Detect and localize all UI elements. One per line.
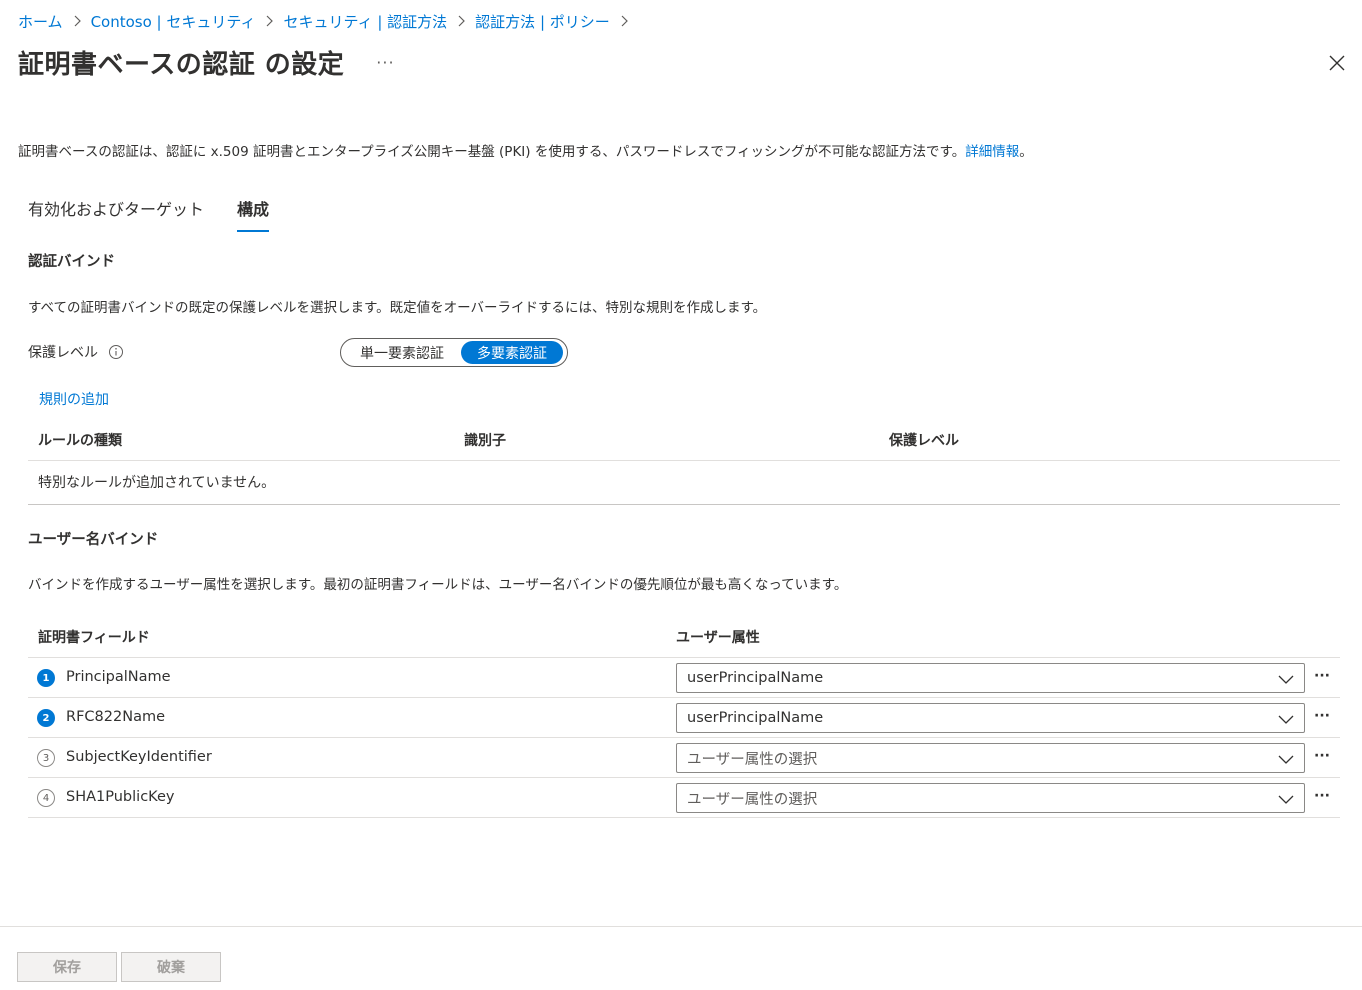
column-protection-level: 保護レベル [889, 433, 959, 449]
table-row: 3 SubjectKeyIdentifier ユーザー属性の選択 ··· [28, 738, 1340, 778]
multi-factor-option[interactable]: 多要素認証 [461, 341, 563, 364]
close-icon [1329, 55, 1345, 71]
chevron-right-icon [72, 15, 82, 27]
user-attribute-dropdown[interactable]: ユーザー属性の選択 [676, 743, 1305, 773]
protection-level-toggle: 単一要素認証 多要素認証 [340, 338, 568, 367]
more-options-icon[interactable]: ··· [376, 53, 394, 72]
chevron-down-icon [1278, 752, 1294, 766]
info-icon[interactable] [108, 344, 124, 360]
page-title: 証明書ベースの認証 の設定 [18, 49, 345, 80]
tab-enable-and-target[interactable]: 有効化およびターゲット [28, 196, 204, 232]
description-text: 証明書ベースの認証は、認証に x.509 証明書とエンタープライズ公開キー基盤 … [18, 144, 966, 160]
chevron-right-icon [264, 15, 274, 27]
breadcrumb-policies[interactable]: 認証方法 | ポリシー [475, 11, 610, 32]
tab-bar: 有効化およびターゲット 構成 [28, 196, 302, 232]
user-attribute-dropdown[interactable]: ユーザー属性の選択 [676, 783, 1305, 813]
chevron-down-icon [1278, 712, 1294, 726]
user-attribute-dropdown[interactable]: userPrincipalName [676, 663, 1305, 693]
chevron-right-icon [456, 15, 466, 27]
certificate-field-name: SHA1PublicKey [66, 789, 175, 805]
row-more-options-icon[interactable]: ··· [1311, 786, 1333, 806]
footer-bar: 保存 破棄 [0, 926, 1362, 990]
chevron-right-icon [619, 15, 629, 27]
table-row: 4 SHA1PublicKey ユーザー属性の選択 ··· [28, 778, 1340, 818]
chevron-down-icon [1278, 672, 1294, 686]
column-certificate-field: 証明書フィールド [38, 630, 150, 646]
priority-badge: 3 [37, 749, 55, 767]
column-user-attribute: ユーザー属性 [676, 630, 760, 646]
priority-badge: 2 [37, 709, 55, 727]
empty-message: 特別なルールが追加されていません。 [38, 475, 276, 491]
protection-level-row: 保護レベル 単一要素認証 多要素認証 [28, 338, 588, 367]
dropdown-value: userPrincipalName [687, 670, 824, 686]
row-more-options-icon[interactable]: ··· [1311, 666, 1333, 686]
priority-badge: 1 [37, 669, 55, 687]
discard-button[interactable]: 破棄 [121, 952, 221, 982]
breadcrumb: ホーム Contoso | セキュリティ セキュリティ | 認証方法 認証方法 … [18, 10, 638, 32]
certificate-field-name: SubjectKeyIdentifier [66, 749, 212, 765]
dropdown-value: userPrincipalName [687, 710, 824, 726]
rules-table: ルールの種類 識別子 保護レベル 特別なルールが追加されていません。 [28, 424, 1340, 505]
dropdown-placeholder: ユーザー属性の選択 [687, 791, 818, 808]
username-binding-title: ユーザー名バインド [28, 532, 159, 548]
protection-level-label: 保護レベル [28, 345, 98, 361]
rules-table-header: ルールの種類 識別子 保護レベル [28, 424, 1340, 461]
table-row: 2 RFC822Name userPrincipalName ··· [28, 698, 1340, 738]
protection-level-label-group: 保護レベル [28, 342, 124, 362]
table-row: 1 PrincipalName userPrincipalName ··· [28, 658, 1340, 698]
page-description: 証明書ベースの認証は、認証に x.509 証明書とエンタープライズ公開キー基盤 … [18, 140, 1033, 160]
title-row: 証明書ベースの認証 の設定 ··· [18, 42, 395, 82]
row-more-options-icon[interactable]: ··· [1311, 746, 1333, 766]
add-rule-link[interactable]: 規則の追加 [39, 389, 109, 409]
auth-binding-description: すべての証明書バインドの既定の保護レベルを選択します。既定値をオーバーライドする… [28, 300, 767, 316]
breadcrumb-contoso-security[interactable]: Contoso | セキュリティ [91, 11, 256, 32]
dropdown-placeholder: ユーザー属性の選択 [687, 751, 818, 768]
row-more-options-icon[interactable]: ··· [1311, 706, 1333, 726]
rules-empty-row: 特別なルールが追加されていません。 [28, 461, 1340, 505]
close-button[interactable] [1326, 52, 1348, 74]
breadcrumb-auth-methods[interactable]: セキュリティ | 認証方法 [283, 11, 447, 32]
priority-badge: 4 [37, 789, 55, 807]
tab-configure[interactable]: 構成 [237, 196, 270, 232]
username-binding-table: 証明書フィールド ユーザー属性 1 PrincipalName userPrin… [28, 618, 1340, 818]
learn-more-link[interactable]: 詳細情報 [965, 144, 1019, 160]
auth-binding-title: 認証バインド [28, 254, 115, 270]
column-rule-type: ルールの種類 [38, 433, 122, 449]
breadcrumb-home[interactable]: ホーム [18, 11, 63, 32]
username-binding-description: バインドを作成するユーザー属性を選択します。最初の証明書フィールドは、ユーザー名… [28, 577, 848, 593]
user-attribute-dropdown[interactable]: userPrincipalName [676, 703, 1305, 733]
chevron-down-icon [1278, 792, 1294, 806]
column-identifier: 識別子 [464, 433, 506, 449]
save-button[interactable]: 保存 [17, 952, 117, 982]
certificate-field-name: RFC822Name [66, 709, 165, 725]
certificate-field-name: PrincipalName [66, 669, 171, 685]
description-end: 。 [1019, 144, 1033, 160]
binding-table-header: 証明書フィールド ユーザー属性 [28, 618, 1340, 658]
single-factor-option[interactable]: 単一要素認証 [343, 341, 461, 364]
